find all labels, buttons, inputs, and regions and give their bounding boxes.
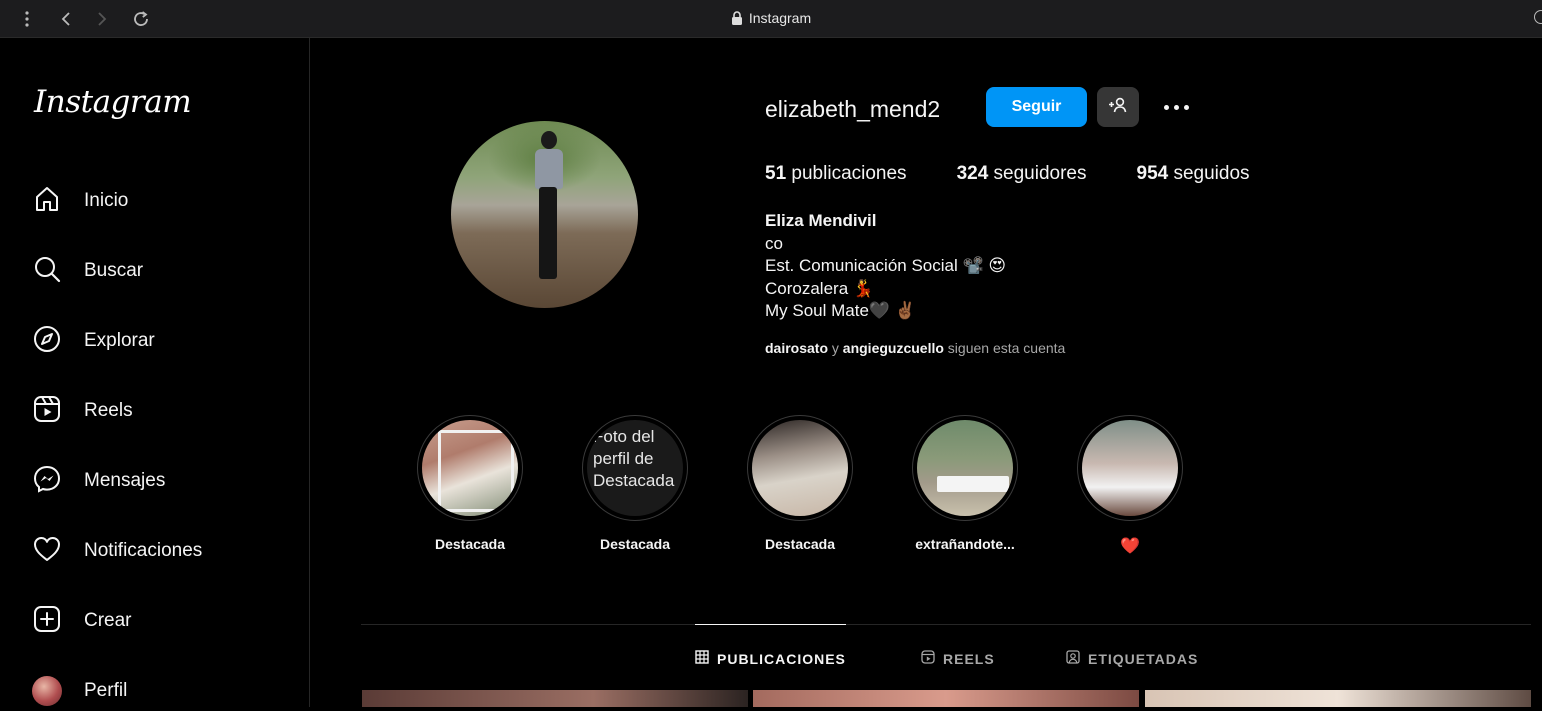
browser-title-text: Instagram: [748, 10, 812, 26]
sidebar-item-reels[interactable]: Reels: [32, 391, 282, 431]
follow-button[interactable]: Seguir: [986, 87, 1087, 127]
highlight-item[interactable]: Foto del perfil de Destacada Destacada: [582, 415, 688, 552]
grid-icon: [695, 650, 717, 667]
profile-avatar[interactable]: [451, 121, 638, 308]
highlight-cover: [917, 420, 1013, 516]
highlight-item[interactable]: Destacada: [417, 415, 523, 552]
sidebar-item-perfil[interactable]: Perfil: [32, 671, 282, 711]
sidebar-item-mensajes[interactable]: Mensajes: [32, 461, 282, 501]
home-icon: [32, 184, 62, 219]
tabs-divider: [361, 624, 1531, 625]
messenger-icon: [32, 464, 62, 499]
browser-title: Instagram: [0, 10, 1542, 28]
bio-line: Est. Comunicación Social 📽️ 😍: [765, 256, 1007, 275]
profile-username: elizabeth_mend2: [765, 96, 941, 122]
follower-username[interactable]: angieguzcuello: [843, 340, 944, 356]
browser-toolbar: Instagram: [0, 0, 1542, 38]
highlight-item[interactable]: extrañandote...: [912, 415, 1018, 552]
active-tab-indicator: [695, 624, 846, 625]
highlight-item[interactable]: Destacada: [747, 415, 853, 552]
tab-reels[interactable]: REELS: [921, 650, 995, 667]
sidebar-item-explorar[interactable]: Explorar: [32, 321, 282, 361]
following-count[interactable]: 954 seguidos: [1137, 163, 1250, 185]
browser-account-icon[interactable]: [1534, 10, 1542, 24]
reels-icon: [921, 650, 943, 667]
highlight-label: extrañandote...: [915, 536, 1015, 552]
sidebar-item-label: Mensajes: [84, 470, 166, 491]
sidebar-item-buscar[interactable]: Buscar: [32, 251, 282, 291]
followed-by[interactable]: dairosato y angieguzcuello siguen esta c…: [765, 340, 1065, 356]
highlight-label: Destacada: [764, 536, 836, 552]
follower-username[interactable]: dairosato: [765, 340, 828, 356]
sidebar-item-label: Buscar: [84, 260, 144, 281]
highlight-item[interactable]: ❤️: [1077, 415, 1183, 556]
instagram-logo[interactable]: Instagram: [34, 84, 192, 120]
tab-etiquetadas[interactable]: ETIQUETADAS: [1066, 650, 1198, 667]
bio-line: My Soul Mate🖤 ✌🏾: [765, 301, 916, 320]
posts-count: 51 publicaciones: [765, 163, 907, 184]
highlight-cover: [752, 420, 848, 516]
highlight-cover: Foto del perfil de Destacada: [587, 420, 683, 516]
sidebar-item-inicio[interactable]: Inicio: [32, 181, 282, 221]
plus-square-icon: [32, 604, 62, 639]
compass-icon: [32, 324, 62, 359]
add-person-icon: [1108, 97, 1128, 118]
post-thumbnail[interactable]: [1145, 690, 1531, 707]
highlight-label: ❤️: [1120, 538, 1140, 555]
sidebar-item-label: Perfil: [84, 680, 128, 701]
suggested-users-button[interactable]: [1097, 87, 1139, 127]
sidebar-item-label: Explorar: [84, 330, 155, 351]
reels-icon: [32, 394, 62, 429]
sidebar-item-label: Inicio: [84, 190, 129, 211]
lock-icon: [731, 11, 743, 28]
sidebar: Instagram Inicio Buscar Explorar Reels M…: [4, 38, 310, 707]
bio-line: co: [765, 233, 783, 253]
highlight-cover: [1082, 420, 1178, 516]
highlight-label: Destacada: [434, 536, 506, 552]
avatar: [32, 676, 62, 706]
search-icon: [32, 254, 62, 289]
highlight-label: Destacada: [599, 536, 671, 552]
tab-label: PUBLICACIONES: [717, 650, 846, 667]
post-thumbnail[interactable]: [362, 690, 748, 707]
heart-icon: [32, 534, 62, 569]
sidebar-item-crear[interactable]: Crear: [32, 601, 282, 641]
tab-publicaciones[interactable]: PUBLICACIONES: [695, 650, 846, 667]
profile-full-name: Eliza Mendivil: [765, 211, 877, 230]
tab-label: REELS: [943, 650, 995, 667]
highlight-cover: [422, 420, 518, 516]
sidebar-item-label: Reels: [84, 400, 133, 421]
sidebar-item-label: Crear: [84, 610, 132, 631]
tagged-icon: [1066, 650, 1088, 667]
post-thumbnail[interactable]: [753, 690, 1139, 707]
avatar-photo-subject: [533, 131, 563, 291]
sidebar-item-notificaciones[interactable]: Notificaciones: [32, 531, 282, 571]
tab-label: ETIQUETADAS: [1088, 650, 1199, 667]
profile-stats: 51 publicaciones 324 seguidores 954 segu…: [765, 163, 1300, 185]
followers-count[interactable]: 324 seguidores: [957, 163, 1087, 185]
more-options-icon[interactable]: [1158, 94, 1194, 120]
profile-bio: Eliza Mendivil co Est. Comunicación Soci…: [765, 210, 1006, 323]
profile-main: elizabeth_mend2 Seguir 51 publicaciones …: [310, 38, 1542, 707]
sidebar-item-label: Notificaciones: [84, 540, 203, 561]
bio-line: Corozalera 💃: [765, 278, 875, 298]
